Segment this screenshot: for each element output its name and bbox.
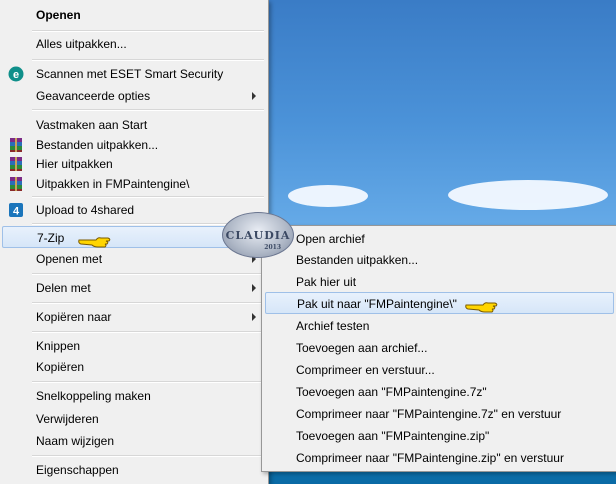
submenu-item-label: Toevoegen aan "FMPaintengine.7z" [296,385,487,399]
menu-item-label: Kopiëren naar [36,310,112,324]
submenu-item-label: Toevoegen aan "FMPaintengine.zip" [296,429,490,443]
menu-item-naam-wijzigen[interactable]: Naam wijzigen [2,430,264,452]
menu-item-label: Upload to 4shared [36,203,135,217]
menu-separator [32,302,264,304]
submenu-arrow-icon [252,313,256,321]
watermark-badge: CLAUDIA 2013 [222,212,294,258]
submenu-item-comprimeer-en-verstuur[interactable]: Comprimeer en verstuur... [265,359,614,381]
winrar-icon [8,156,24,172]
submenu-arrow-icon [252,284,256,292]
4shared-icon: 4 [8,202,24,218]
menu-item-alles-uitpakken[interactable]: Alles uitpakken... [2,33,264,55]
menu-item-eigenschappen[interactable]: Eigenschappen [2,459,264,481]
menu-separator [32,59,264,61]
submenu-item-comprimeer-zip-verstuur[interactable]: Comprimeer naar "FMPaintengine.zip" en v… [265,447,614,469]
submenu-item-label: Comprimeer naar "FMPaintengine.zip" en v… [296,451,564,465]
menu-item-label: Naam wijzigen [36,434,115,448]
submenu-item-bestanden-uitpakken[interactable]: Bestanden uitpakken... [265,249,614,271]
menu-item-hier-uitpakken[interactable]: Hier uitpakken [2,153,264,175]
submenu-item-toevoegen-zip[interactable]: Toevoegen aan "FMPaintengine.zip" [265,425,614,447]
menu-item-openen-met[interactable]: Openen met [2,248,264,270]
menu-item-label: Scannen met ESET Smart Security [36,67,224,81]
menu-item-label: Hier uitpakken [36,157,113,171]
submenu-item-label: Archief testen [296,319,370,333]
menu-item-delen-met[interactable]: Delen met [2,277,264,299]
submenu-item-comprimeer-7z-verstuur[interactable]: Comprimeer naar "FMPaintengine.7z" en ve… [265,403,614,425]
submenu-item-toevoegen-aan-archief[interactable]: Toevoegen aan archief... [265,337,614,359]
menu-item-label: Alles uitpakken... [36,37,127,51]
submenu-item-label: Comprimeer naar "FMPaintengine.7z" en ve… [296,407,562,421]
eset-icon: e [8,66,24,82]
menu-item-openen[interactable]: Openen [2,4,264,26]
menu-item-geavanceerde-opties[interactable]: Geavanceerde opties [2,85,264,107]
menu-separator [32,30,264,32]
menu-item-label: Vastmaken aan Start [36,118,148,132]
submenu-arrow-icon [252,92,256,100]
submenu-item-toevoegen-7z[interactable]: Toevoegen aan "FMPaintengine.7z" [265,381,614,403]
menu-item-label: Verwijderen [36,412,99,426]
menu-item-label: 7-Zip [37,231,65,245]
submenu-item-label: Open archief [296,232,365,246]
7zip-submenu: Open archief Bestanden uitpakken... Pak … [261,225,616,472]
pointing-hand-icon [465,302,498,313]
svg-text:4: 4 [13,206,20,218]
winrar-icon [8,137,24,153]
menu-item-label: Delen met [36,281,91,295]
submenu-item-label: Pak uit naar "FMPaintengine\" [297,297,457,311]
svg-text:e: e [13,69,19,81]
menu-item-label: Geavanceerde opties [36,89,151,103]
menu-separator [32,273,264,275]
watermark-text: CLAUDIA [225,228,291,242]
menu-item-upload-4shared[interactable]: 4 Upload to 4shared [2,199,264,221]
menu-item-snelkoppeling-maken[interactable]: Snelkoppeling maken [2,385,264,407]
menu-item-kopieren[interactable]: Kopiëren [2,356,264,378]
submenu-item-label: Pak hier uit [296,275,357,289]
menu-item-eset-scan[interactable]: e Scannen met ESET Smart Security [2,63,264,85]
submenu-item-archief-testen[interactable]: Archief testen [265,315,614,337]
pointing-hand-icon [78,237,111,248]
menu-item-label: Openen [36,8,81,22]
watermark-year: 2013 [264,244,281,251]
menu-item-vastmaken-aan-start[interactable]: Vastmaken aan Start [2,114,264,136]
menu-separator [32,109,264,111]
menu-item-kopieren-naar[interactable]: Kopiëren naar [2,306,264,328]
submenu-item-label: Comprimeer en verstuur... [296,363,435,377]
menu-item-label: Snelkoppeling maken [36,389,151,403]
submenu-item-pak-uit-naar[interactable]: Pak uit naar "FMPaintengine\" [265,292,614,314]
winrar-icon [8,176,24,192]
submenu-item-pak-hier-uit[interactable]: Pak hier uit [265,271,614,293]
submenu-item-open-archief[interactable]: Open archief [265,228,614,250]
menu-item-uitpakken-in[interactable]: Uitpakken in FMPaintengine\ [2,173,264,195]
menu-item-label: Knippen [36,339,81,353]
menu-separator [32,331,264,333]
submenu-item-label: Bestanden uitpakken... [296,253,419,267]
menu-item-label: Bestanden uitpakken... [36,138,159,152]
submenu-item-label: Toevoegen aan archief... [296,341,428,355]
menu-separator [32,196,264,198]
menu-separator [32,381,264,383]
menu-separator [32,455,264,457]
menu-item-label: Uitpakken in FMPaintengine\ [36,177,190,191]
menu-item-label: Openen met [36,252,103,266]
menu-item-knippen[interactable]: Knippen [2,335,264,357]
menu-item-verwijderen[interactable]: Verwijderen [2,408,264,430]
menu-item-label: Kopiëren [36,360,85,374]
menu-item-label: Eigenschappen [36,463,119,477]
